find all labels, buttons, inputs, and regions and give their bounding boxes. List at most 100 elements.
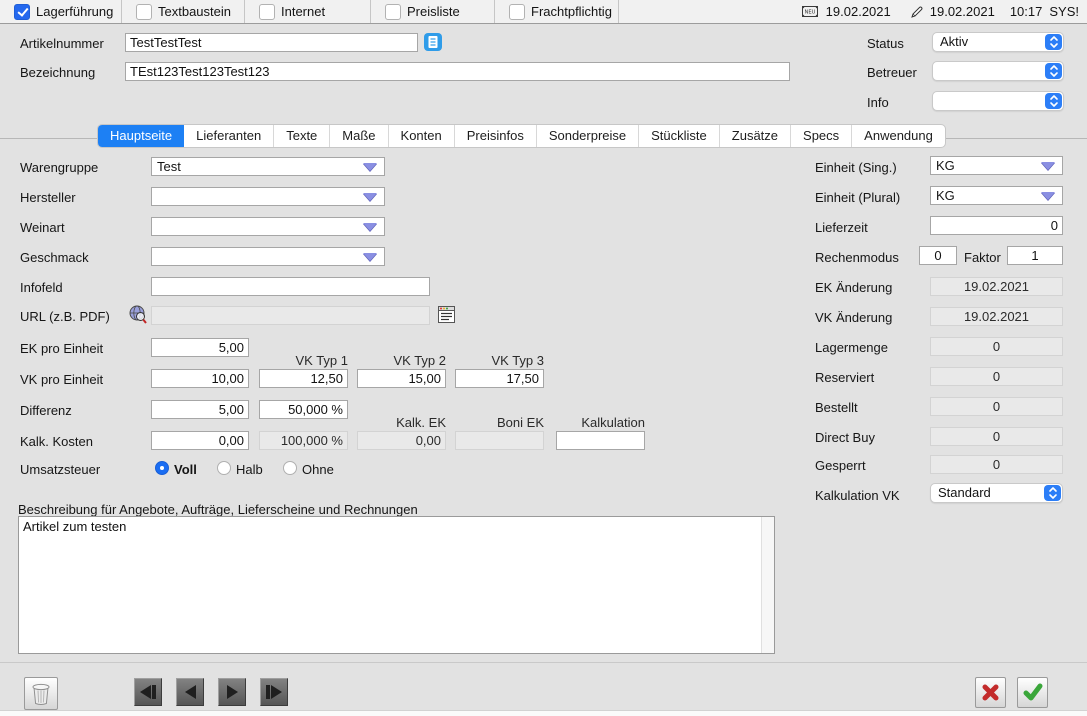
scrollbar-track[interactable]: [761, 517, 774, 653]
vk-typ2-input[interactable]: [357, 369, 446, 388]
tab-hauptseite[interactable]: Hauptseite: [98, 125, 184, 147]
window-list-icon[interactable]: [438, 306, 455, 323]
rechenmodus-input[interactable]: [919, 246, 957, 265]
checkbox-internet[interactable]: Internet: [245, 0, 371, 23]
einheit-sing-label: Einheit (Sing.): [815, 160, 897, 175]
weinart-combo[interactable]: [151, 217, 385, 236]
beschreibung-textarea[interactable]: Artikel zum testen: [19, 517, 763, 653]
checkbox-unchecked-icon[interactable]: [136, 4, 152, 20]
kalk-kosten-input[interactable]: [151, 431, 249, 450]
tab-stueckliste[interactable]: Stückliste: [639, 125, 720, 147]
ek-pro-einheit-label: EK pro Einheit: [20, 341, 103, 356]
tab-anwendung[interactable]: Anwendung: [852, 125, 945, 147]
previous-record-button[interactable]: [176, 678, 204, 706]
differenz-percent-input[interactable]: [259, 400, 348, 419]
kalkulation-input[interactable]: [556, 431, 645, 450]
vk-typ3-input[interactable]: [455, 369, 544, 388]
direct-buy-label: Direct Buy: [815, 430, 875, 445]
arrow-left-icon: [185, 685, 196, 699]
green-check-icon: [1023, 683, 1043, 702]
checkbox-frachtpflichtig[interactable]: Frachtpflichtig: [495, 0, 619, 23]
faktor-input[interactable]: [1007, 246, 1063, 265]
last-record-button[interactable]: [260, 678, 288, 706]
artikelnummer-input[interactable]: [125, 33, 418, 52]
first-record-button[interactable]: [134, 678, 162, 706]
boni-ek-field: [455, 431, 544, 450]
geschmack-label: Geschmack: [20, 250, 89, 265]
infofeld-input[interactable]: [151, 277, 430, 296]
radio-voll[interactable]: [155, 461, 169, 475]
page-tabs: Hauptseite Lieferanten Texte Maße Konten…: [97, 124, 946, 148]
checkbox-textbaustein[interactable]: Textbaustein: [122, 0, 245, 23]
lieferzeit-input[interactable]: [930, 216, 1063, 235]
radio-ohne-label[interactable]: Ohne: [302, 462, 334, 477]
dropdown-arrow-icon: [363, 223, 377, 231]
status-value: Aktiv: [940, 34, 968, 49]
checkbox-label: Internet: [281, 4, 325, 19]
cancel-button[interactable]: [975, 677, 1006, 708]
rechenmodus-label: Rechenmodus: [815, 250, 899, 265]
next-record-button[interactable]: [218, 678, 246, 706]
bar-arrow-right-icon: [271, 685, 282, 699]
dropdown-arrow-icon: [1041, 192, 1055, 200]
checkbox-label: Textbaustein: [158, 4, 231, 19]
radio-halb-label[interactable]: Halb: [236, 462, 263, 477]
checkbox-unchecked-icon[interactable]: [259, 4, 275, 20]
betreuer-popup[interactable]: [932, 61, 1064, 81]
einheit-plural-combo[interactable]: KG: [930, 186, 1063, 205]
arrow-left-bar-icon: [140, 685, 151, 699]
checkbox-label: Lagerführung: [36, 4, 113, 19]
betreuer-label: Betreuer: [867, 65, 917, 80]
checkbox-label: Preisliste: [407, 4, 460, 19]
info-popup[interactable]: [932, 91, 1064, 111]
lieferzeit-label: Lieferzeit: [815, 220, 868, 235]
checkbox-checked-icon[interactable]: [14, 4, 30, 20]
confirm-button[interactable]: [1017, 677, 1048, 708]
radio-halb[interactable]: [217, 461, 231, 475]
footer-divider: [0, 662, 1087, 663]
pencil-icon: [910, 5, 923, 19]
differenz-input[interactable]: [151, 400, 249, 419]
tab-masse[interactable]: Maße: [330, 125, 388, 147]
kalkulation-vk-value: Standard: [938, 485, 991, 500]
checkbox-preisliste[interactable]: Preisliste: [371, 0, 495, 23]
tab-lieferanten[interactable]: Lieferanten: [184, 125, 274, 147]
warengruppe-combo[interactable]: Test: [151, 157, 385, 176]
einheit-sing-combo[interactable]: KG: [930, 156, 1063, 175]
reserviert-field: 0: [930, 367, 1063, 386]
tab-zusaetze[interactable]: Zusätze: [720, 125, 791, 147]
kalkulation-vk-popup[interactable]: Standard: [930, 483, 1063, 503]
chevron-up-down-icon: [1045, 93, 1062, 109]
status-label: Status: [867, 36, 904, 51]
blue-list-icon[interactable]: [424, 33, 442, 51]
tab-konten[interactable]: Konten: [389, 125, 455, 147]
radio-ohne[interactable]: [283, 461, 297, 475]
checkbox-lagerfuehrung[interactable]: Lagerführung: [0, 0, 122, 23]
delete-record-button[interactable]: [24, 677, 58, 710]
ek-pro-einheit-input[interactable]: [151, 338, 249, 357]
checkbox-unchecked-icon[interactable]: [385, 4, 401, 20]
hersteller-combo[interactable]: [151, 187, 385, 206]
gesperrt-field: 0: [930, 455, 1063, 474]
boni-ek-header: Boni EK: [444, 415, 544, 430]
bezeichnung-input[interactable]: [125, 62, 790, 81]
neu-stamp-icon: NEU: [801, 4, 819, 19]
tab-sonderpreise[interactable]: Sonderpreise: [537, 125, 639, 147]
window-bottom-strip: [0, 710, 1087, 716]
kalkulation-vk-label: Kalkulation VK: [815, 488, 900, 503]
radio-voll-label[interactable]: Voll: [174, 462, 197, 477]
globe-magnifier-icon[interactable]: [128, 304, 148, 325]
status-popup[interactable]: Aktiv: [932, 32, 1064, 52]
tab-specs[interactable]: Specs: [791, 125, 852, 147]
warengruppe-value: Test: [157, 159, 181, 174]
tab-texte[interactable]: Texte: [274, 125, 330, 147]
vk-typ1-input[interactable]: [259, 369, 348, 388]
checkbox-unchecked-icon[interactable]: [509, 4, 525, 20]
bezeichnung-label: Bezeichnung: [20, 65, 95, 80]
vk-pro-einheit-input[interactable]: [151, 369, 249, 388]
tab-preisinfos[interactable]: Preisinfos: [455, 125, 537, 147]
ek-aenderung-label: EK Änderung: [815, 280, 892, 295]
vk-typ2-header: VK Typ 2: [346, 353, 446, 368]
umsatzsteuer-label: Umsatzsteuer: [20, 462, 100, 477]
geschmack-combo[interactable]: [151, 247, 385, 266]
